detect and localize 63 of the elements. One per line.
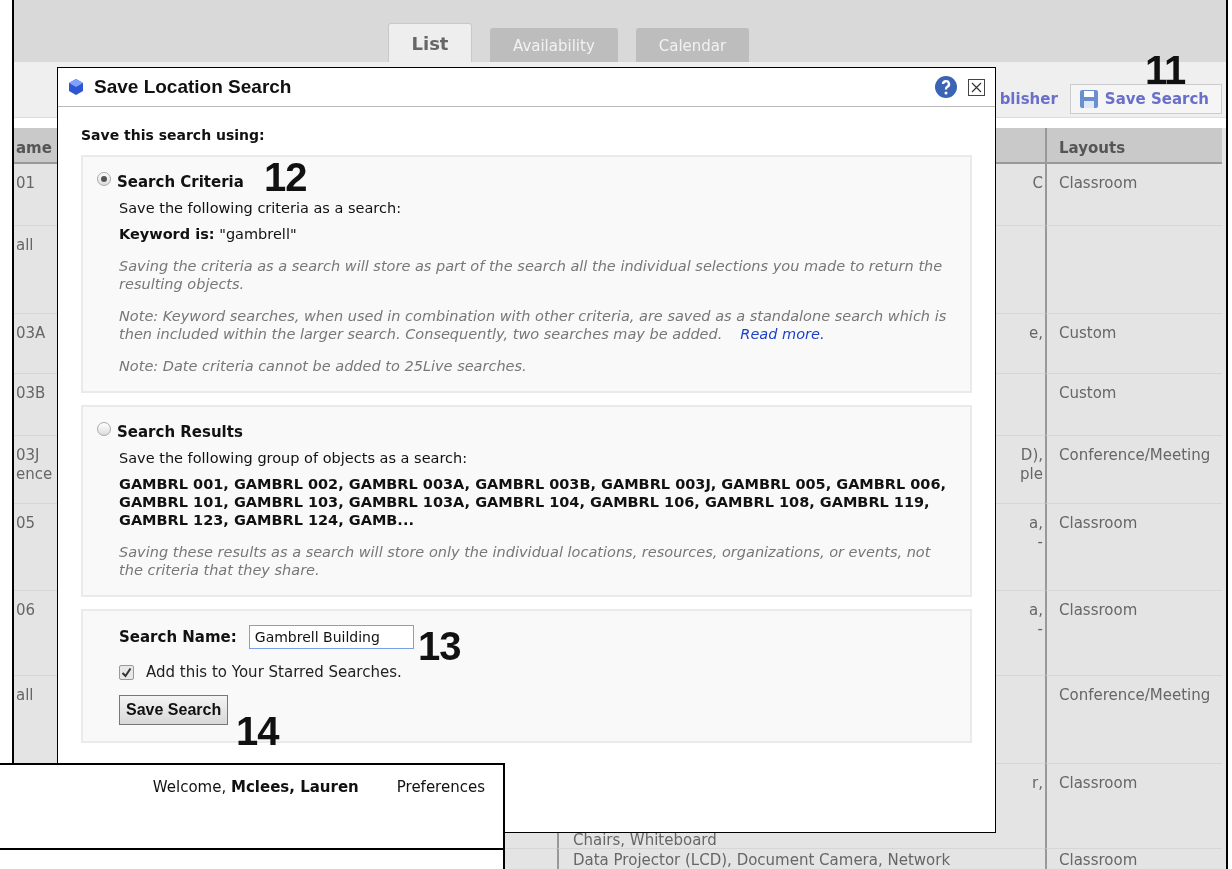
table-cell: C	[1032, 174, 1043, 193]
table-cell: 01	[16, 174, 36, 193]
step-number: 12	[264, 160, 307, 194]
table-cell: Data Projector (LCD), Document Camera, Network	[573, 852, 951, 868]
welcome-text: Welcome, Mclees, Lauren	[152, 778, 359, 796]
dialog-title: Save Location Search	[94, 76, 293, 98]
table-cell: Conference/Meeting	[1059, 446, 1211, 465]
table-cell: all	[16, 236, 34, 255]
option-lead: Save the following group of objects as a search:	[119, 449, 469, 467]
table-cell: -	[1037, 620, 1043, 639]
table-cell: 05	[16, 514, 36, 533]
column-header: ame	[16, 139, 52, 157]
checkbox[interactable]	[119, 664, 134, 680]
help-icon[interactable]	[934, 75, 958, 99]
table-cell: 03A	[16, 324, 46, 343]
table-cell: e,	[1029, 324, 1043, 343]
table-cell: ple	[1020, 465, 1043, 484]
note-text: Note: Keyword searches, when used in combination with other criteria, are saved as a standalone search which is then included within the larger search. Consequently, two searches may be added. Read more.	[119, 307, 948, 343]
intro-text: Save this search using:	[81, 127, 266, 143]
save-search-button[interactable]: Save Search	[119, 695, 229, 725]
table-cell: Chairs, Whiteboard	[573, 832, 717, 848]
option-label[interactable]: Search Results	[117, 423, 243, 441]
step-number: 11	[1145, 53, 1186, 87]
table-cell: D),	[1020, 446, 1043, 465]
table-cell: -	[1037, 533, 1043, 552]
table-cell: Classroom	[1059, 852, 1138, 868]
read-more-link[interactable]: Read more.	[740, 326, 825, 342]
note-text: Saving the criteria as a search will store as part of the search all the individual selections you made to return the resulting objects.	[119, 257, 944, 293]
column-header: Layouts	[1059, 139, 1126, 157]
radio-button[interactable]	[97, 172, 111, 186]
radio-button[interactable]	[97, 422, 111, 436]
step-number: 14	[236, 714, 279, 748]
option-detail: Keyword is: "gambrell"	[119, 225, 298, 243]
option-lead: Save the following criteria as a search:	[119, 199, 403, 217]
table-cell: 03J	[16, 446, 40, 465]
cube-icon	[68, 78, 84, 96]
table-cell: a,	[1029, 514, 1043, 533]
note-text: Saving these results as a search will store only the individual locations, resources, organizations, or events, not the criteria that they share.	[119, 543, 932, 579]
step-number: 13	[418, 629, 461, 663]
table-cell: a,	[1029, 601, 1043, 620]
close-icon[interactable]	[968, 78, 985, 96]
option-label[interactable]: Search Criteria	[117, 173, 244, 191]
save-search-button[interactable]: Save Search	[1069, 84, 1222, 114]
table-cell: Classroom	[1059, 174, 1138, 193]
toolbar-link[interactable]: blisher	[999, 90, 1058, 114]
table-cell: Classroom	[1059, 774, 1138, 793]
field-label: Search Name:	[119, 628, 237, 646]
table-cell: 06	[16, 601, 36, 620]
preferences-link[interactable]: Preferences	[396, 778, 485, 796]
checkbox-label: Add this to Your Starred Searches.	[146, 663, 402, 681]
table-cell: Custom	[1059, 324, 1117, 343]
table-cell: ence	[16, 465, 53, 484]
table-cell: all	[16, 686, 34, 705]
table-cell: Custom	[1059, 384, 1117, 403]
table-cell: Classroom	[1059, 601, 1138, 620]
tab[interactable]: List	[388, 23, 472, 62]
table-cell: r,	[1032, 774, 1043, 793]
table-cell: Conference/Meeting	[1059, 686, 1211, 705]
table-cell: 03B	[16, 384, 46, 403]
option-detail: GAMBRL 001, GAMBRL 002, GAMBRL 003A, GAMBRL 003B, GAMBRL 003J, GAMBRL 005, GAMBRL 006, GAMBRL 101, GAMBRL 103, GAMBRL 103A, GAMBRL 104, GAMBRL 106, GAMBRL 108, GAMBRL 119, GAMBRL 123, GAMBRL 124, GAMB...	[119, 475, 948, 529]
search-name-field[interactable]: Gambrell Building	[248, 625, 414, 649]
table-cell: Classroom	[1059, 514, 1138, 533]
note-text: Note: Date criteria cannot be added to 25Live searches.	[119, 357, 528, 375]
